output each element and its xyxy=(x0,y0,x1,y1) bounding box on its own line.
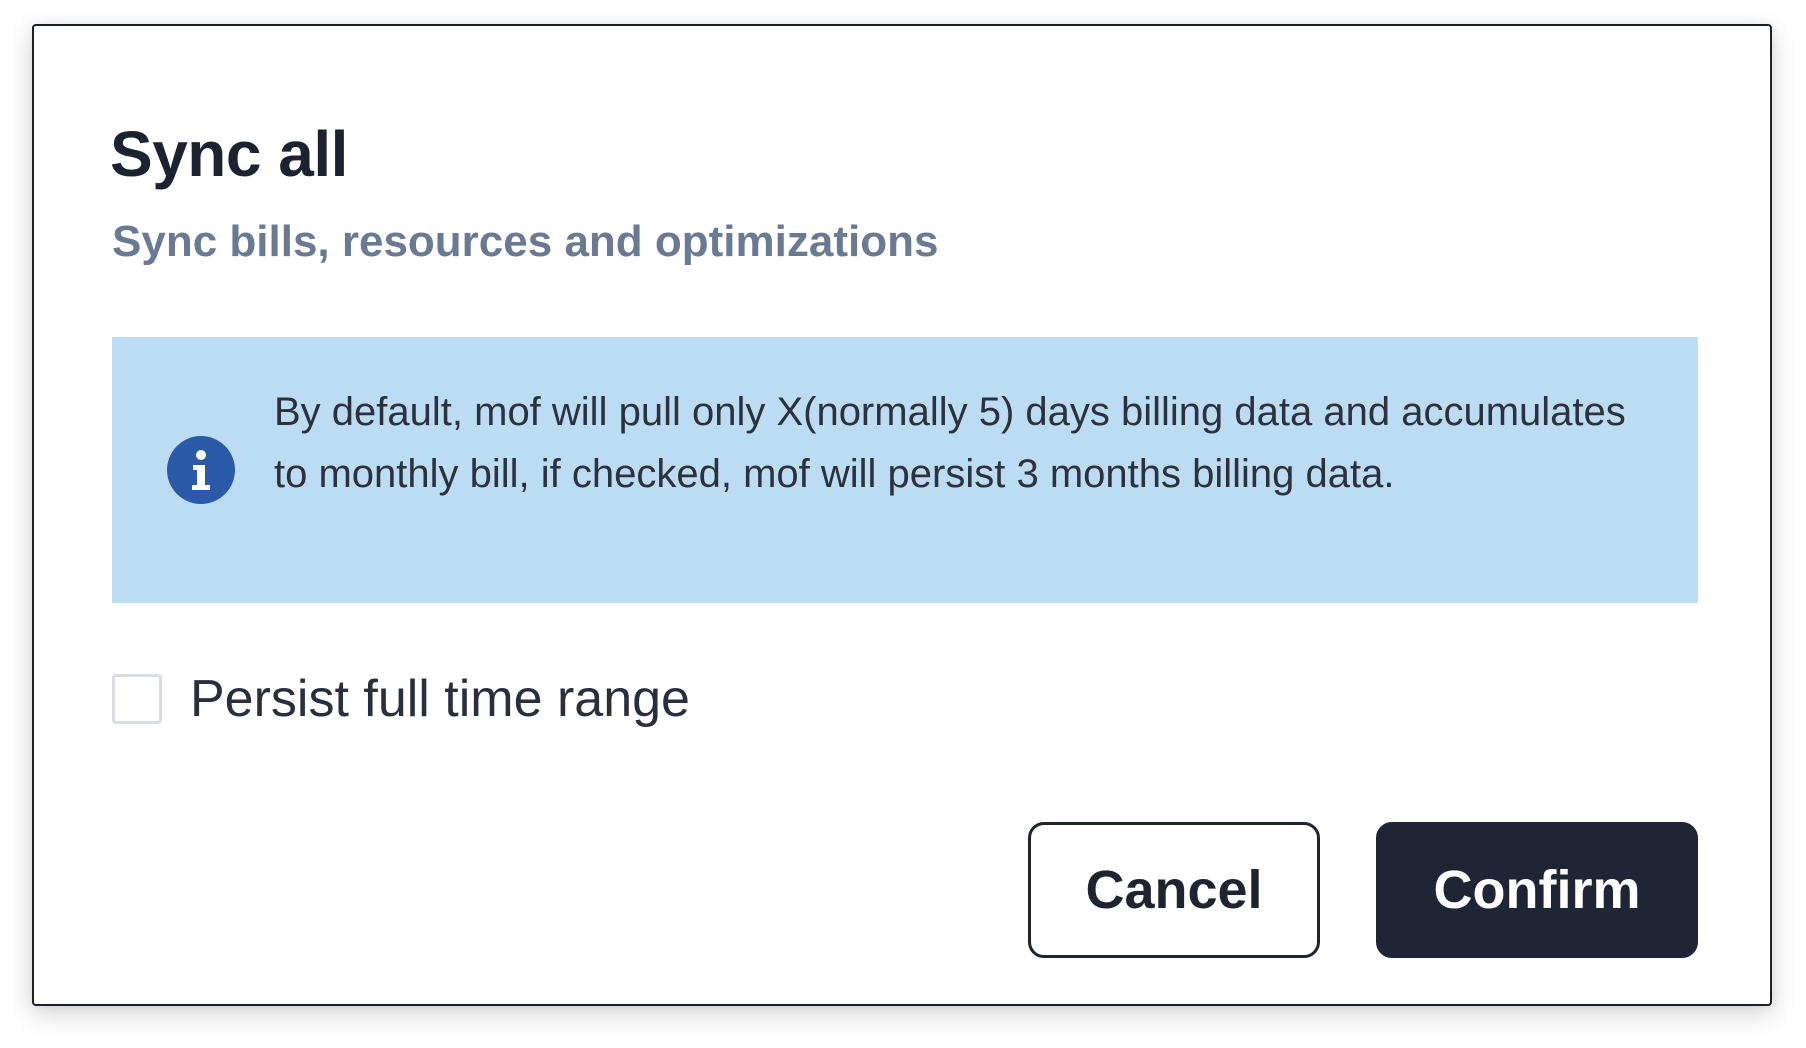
cancel-button[interactable]: Cancel xyxy=(1028,822,1320,958)
info-icon xyxy=(167,436,235,504)
persist-full-time-range-checkbox[interactable] xyxy=(112,674,162,724)
dialog-title: Sync all xyxy=(110,118,348,190)
dialog-subtitle: Sync bills, resources and optimizations xyxy=(112,217,939,266)
checkbox-label: Persist full time range xyxy=(190,670,690,728)
info-alert: By default, mof will pull only X(normall… xyxy=(112,337,1698,603)
confirm-button[interactable]: Confirm xyxy=(1376,822,1698,958)
info-text: By default, mof will pull only X(normall… xyxy=(274,390,1626,496)
persist-full-time-range-option[interactable]: Persist full time range xyxy=(112,670,690,728)
sync-all-dialog: Sync all Sync bills, resources and optim… xyxy=(32,24,1772,1006)
